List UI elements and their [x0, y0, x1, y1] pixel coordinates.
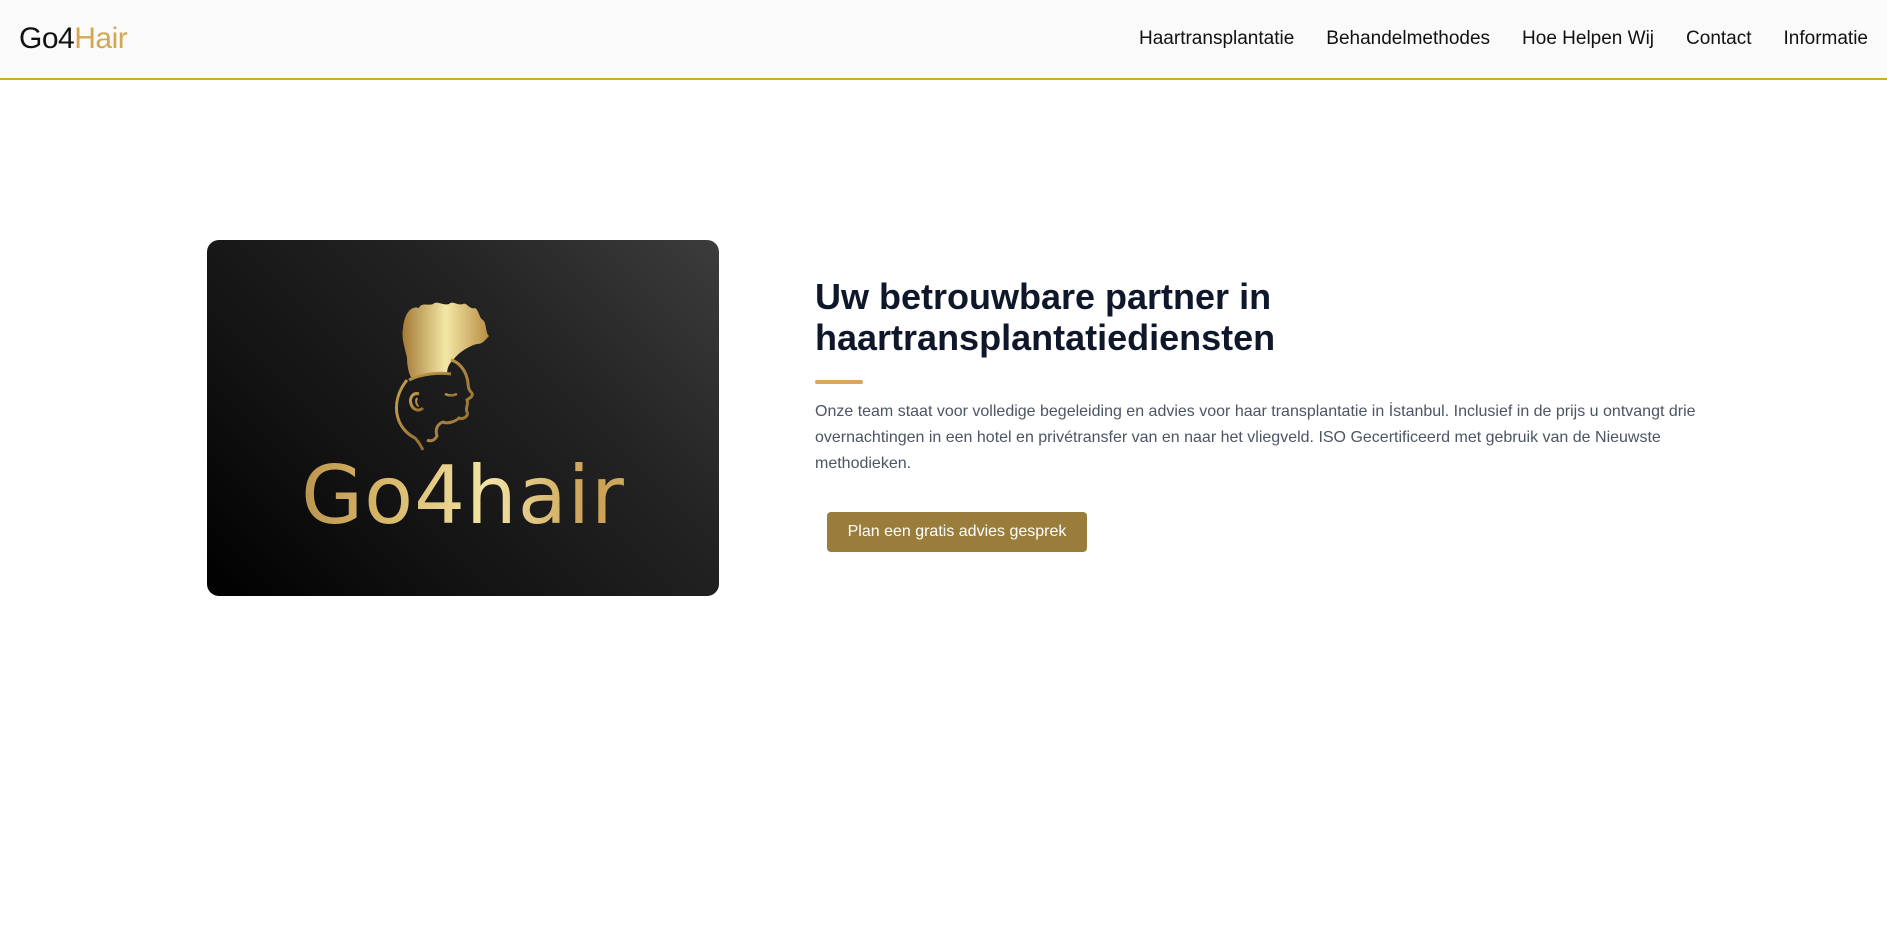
brand-part-1: Go4 — [19, 22, 75, 55]
nav-link-behandelmethodes[interactable]: Behandelmethodes — [1326, 28, 1490, 50]
nav-menu: Haartransplantatie Behandelmethodes Hoe … — [1139, 28, 1868, 50]
hero-description: Onze team staat voor volledige begeleidi… — [815, 403, 1696, 472]
advice-cta-button[interactable]: Plan een gratis advies gesprek — [827, 512, 1087, 552]
brand-logo[interactable]: Go4 Hair — [19, 22, 128, 56]
nav-link-informatie[interactable]: Informatie — [1784, 28, 1868, 50]
hero-content: Uw betrouwbare partner in haartransplant… — [815, 276, 1715, 477]
head-silhouette-icon — [395, 302, 489, 451]
brand-part-2: Hair — [74, 22, 128, 55]
nav-link-haartransplantatie[interactable]: Haartransplantatie — [1139, 28, 1294, 50]
heading-divider — [815, 380, 863, 384]
hero-section: Go4hair Uw betrouwbare partner in haartr… — [207, 240, 1707, 596]
navbar: Go4 Hair Haartransplantatie Behandelmetho… — [0, 0, 1887, 80]
nav-link-hoe-helpen-wij[interactable]: Hoe Helpen Wij — [1522, 28, 1654, 50]
hero-heading: Uw betrouwbare partner in haartransplant… — [815, 276, 1276, 358]
logo-wordmark: Go4hair — [207, 456, 719, 536]
nav-link-contact[interactable]: Contact — [1686, 28, 1751, 50]
logo-card: Go4hair — [207, 240, 719, 596]
